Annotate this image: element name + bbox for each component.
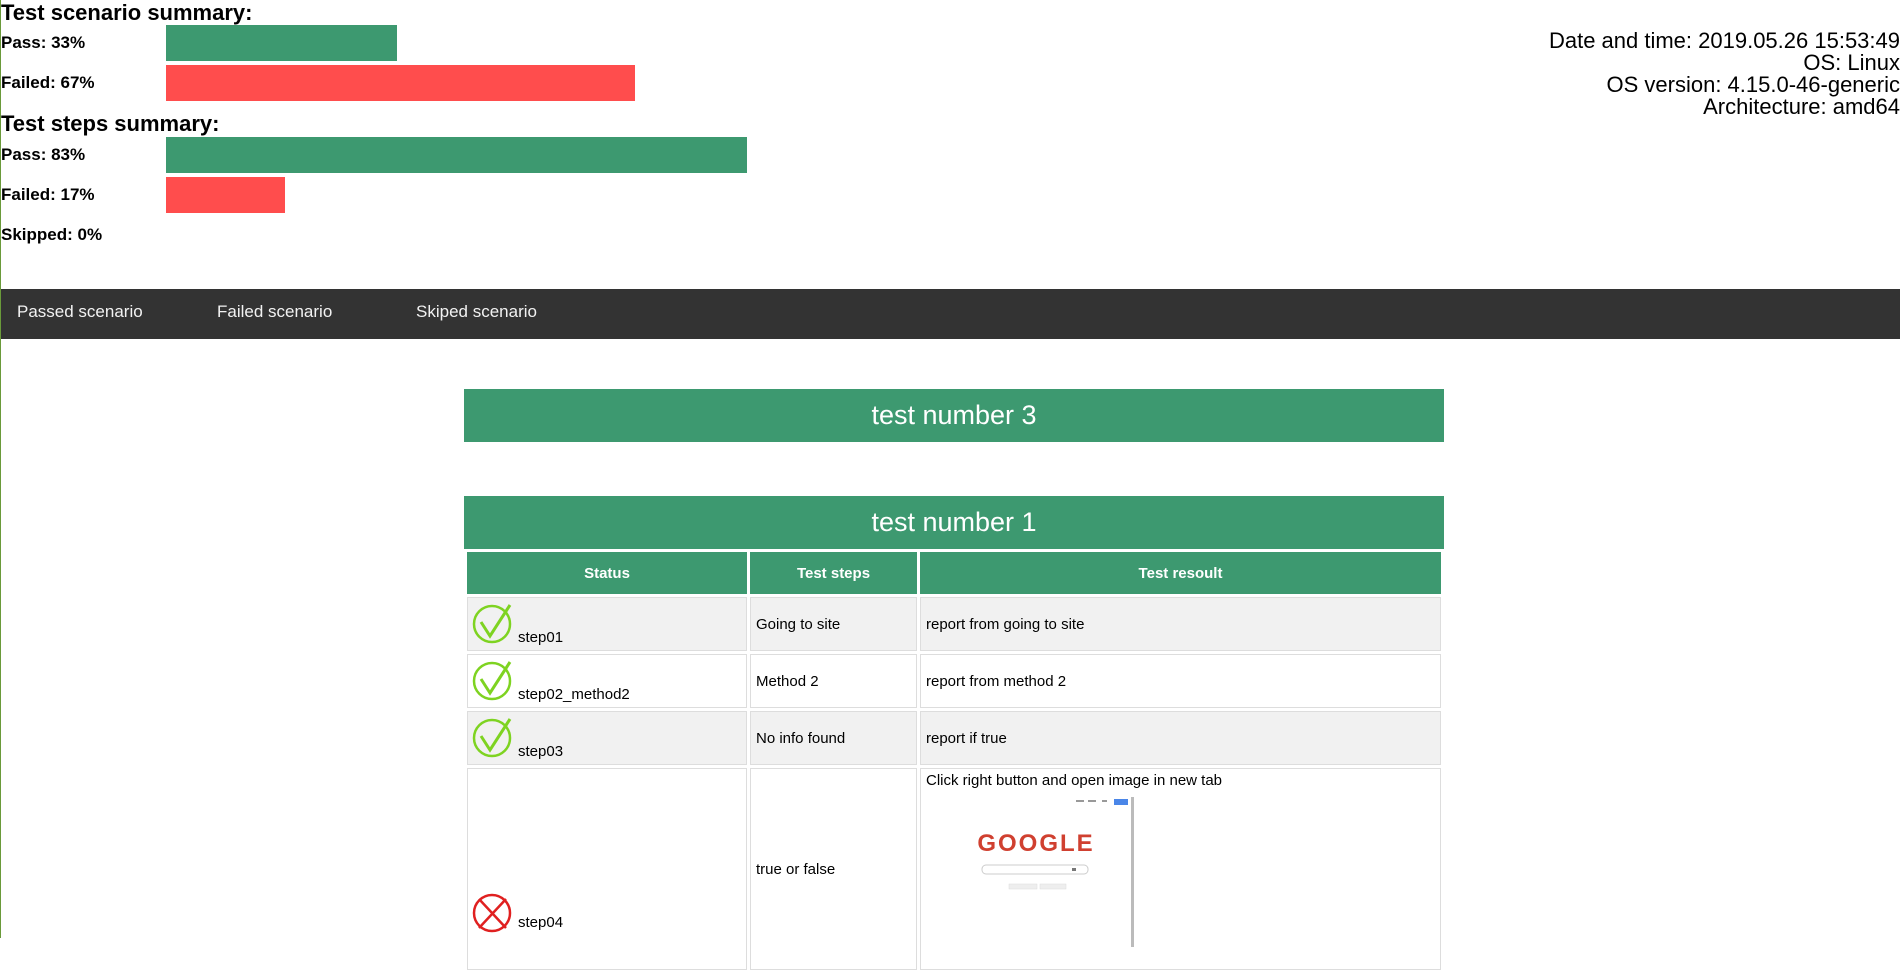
scenario-failed-row: Failed: 67% <box>1 65 801 101</box>
table-row: step03 No info found report if true <box>467 711 1441 765</box>
status-cell: step02_method2 <box>467 654 747 708</box>
status-cell: step01 <box>467 597 747 651</box>
check-circle-icon <box>472 604 512 644</box>
status-cell: step04 <box>467 768 747 970</box>
test-header[interactable]: test number 1 <box>464 496 1444 549</box>
scenario-pass-row: Pass: 33% <box>1 25 801 61</box>
step-name: step03 <box>518 743 564 760</box>
check-circle-icon <box>472 718 512 758</box>
step-description: true or false <box>750 768 917 970</box>
steps-table: Status Test steps Test resoult step01 Go… <box>464 549 1444 973</box>
nav-failed-scenario[interactable]: Failed scenario <box>217 289 332 339</box>
check-circle-icon <box>472 661 512 701</box>
step-name: step04 <box>518 914 564 931</box>
cross-circle-icon <box>472 893 512 933</box>
system-info: Date and time: 2019.05.26 15:53:49 OS: L… <box>1549 30 1900 118</box>
scenario-pass-label: Pass: 33% <box>1 33 86 52</box>
step-description: Method 2 <box>750 654 917 708</box>
os-text: OS: Linux <box>1803 50 1900 75</box>
screenshot-thumbnail[interactable]: GOOGLE <box>926 797 1134 947</box>
status-cell: step03 <box>467 711 747 765</box>
steps-pass-row: Pass: 83% <box>1 137 801 173</box>
table-row: step01 Going to site report from going t… <box>467 597 1441 651</box>
nav-passed-scenario[interactable]: Passed scenario <box>17 289 143 339</box>
scenario-summary-title: Test scenario summary: <box>1 0 253 25</box>
datetime-text: Date and time: 2019.05.26 15:53:49 <box>1548 28 1900 53</box>
steps-skipped-label: Skipped: 0% <box>1 225 103 244</box>
steps-failed-bar <box>166 177 285 213</box>
table-row: step02_method2 Method 2 report from meth… <box>467 654 1441 708</box>
column-header-status: Status <box>467 552 747 594</box>
test-3-section: test number 3 <box>464 389 1444 442</box>
step-result: report if true <box>920 711 1441 765</box>
navbar: Passed scenario Failed scenario Skiped s… <box>1 289 1900 339</box>
step-result: Click right button and open image in new… <box>926 772 1223 789</box>
table-header-row: Status Test steps Test resoult <box>467 552 1441 594</box>
os-version-text: OS version: 4.15.0-46-generic <box>1606 72 1900 97</box>
test-1-section: test number 1 Status Test steps Test res… <box>464 496 1444 973</box>
nav-skipped-scenario[interactable]: Skiped scenario <box>416 289 537 339</box>
table-row: step04 true or false Click right button … <box>467 768 1441 970</box>
column-header-test-steps: Test steps <box>750 552 917 594</box>
screenshot-logo: GOOGLE <box>977 830 1094 857</box>
architecture-text: Architecture: amd64 <box>1703 94 1900 119</box>
steps-pass-bar <box>166 137 747 173</box>
step-name: step02_method2 <box>518 686 630 703</box>
scenario-failed-bar <box>166 65 635 101</box>
test-header[interactable]: test number 3 <box>464 389 1444 442</box>
steps-failed-row: Failed: 17% <box>1 177 801 213</box>
step-description: Going to site <box>750 597 917 651</box>
column-header-test-result: Test resoult <box>920 552 1441 594</box>
step-result: report from going to site <box>920 597 1441 651</box>
steps-failed-label: Failed: 17% <box>1 185 95 204</box>
step-result: report from method 2 <box>920 654 1441 708</box>
scenario-failed-label: Failed: 67% <box>1 73 95 92</box>
steps-pass-label: Pass: 83% <box>1 145 86 164</box>
step-result-cell: Click right button and open image in new… <box>920 768 1441 970</box>
step-name: step01 <box>518 629 564 646</box>
steps-summary-title: Test steps summary: <box>1 111 220 136</box>
step-description: No info found <box>750 711 917 765</box>
steps-skipped-row: Skipped: 0% <box>1 217 801 253</box>
scenario-pass-bar <box>166 25 397 61</box>
